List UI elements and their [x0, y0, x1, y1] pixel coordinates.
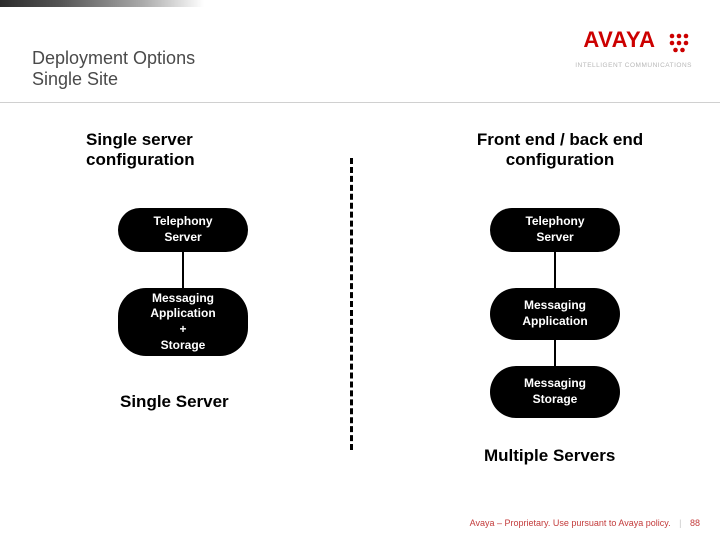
right-connector-2	[554, 340, 556, 366]
left-heading-l1: Single server	[86, 130, 193, 149]
footer-text: Avaya – Proprietary. Use pursuant to Ava…	[470, 518, 671, 528]
brand-tagline: INTELLIGENT COMMUNICATIONS	[575, 62, 692, 69]
left-heading: Single server configuration	[86, 130, 386, 171]
header-divider	[0, 102, 720, 103]
left-telephony-server-box: Telephony Server	[118, 208, 248, 252]
left-column: Single server configuration	[86, 130, 386, 171]
right-heading-l1: Front end / back end	[477, 130, 643, 149]
top-gradient-bar	[0, 0, 204, 7]
brand-logo: AVAYA INTELLIGENT COMMUNICATIONS	[575, 32, 692, 69]
left-box1-l1: Telephony	[153, 214, 212, 230]
footer-page-number: 88	[690, 518, 700, 528]
right-telephony-server-box: Telephony Server	[490, 208, 620, 252]
slide-title: Deployment Options Single Site	[32, 48, 195, 89]
right-caption: Multiple Servers	[484, 446, 615, 466]
brand-wordmark: AVAYA	[575, 32, 692, 54]
right-box1-l2: Server	[536, 230, 573, 246]
vertical-dashed-divider	[350, 158, 353, 450]
right-box3-l2: Storage	[533, 392, 578, 408]
left-connector	[182, 252, 184, 288]
right-connector-1	[554, 252, 556, 288]
left-box2-l1: Messaging	[152, 291, 214, 307]
right-messaging-app-box: Messaging Application	[490, 288, 620, 340]
title-line-1: Deployment Options	[32, 48, 195, 69]
right-messaging-storage-box: Messaging Storage	[490, 366, 620, 418]
brand-name: AVAYA	[583, 27, 655, 52]
left-messaging-storage-box: Messaging Application + Storage	[118, 288, 248, 356]
left-box2-l3: +	[179, 322, 186, 338]
title-line-2: Single Site	[32, 69, 195, 90]
slide: AVAYA INTELLIGENT COMMUNICATIONS Deploym…	[0, 0, 720, 540]
right-box2-l2: Application	[522, 314, 587, 330]
diagram-area: Single server configuration Telephony Se…	[0, 130, 720, 490]
right-column: Front end / back end configuration	[410, 130, 710, 171]
footer-separator: |	[679, 518, 681, 528]
left-heading-l2: configuration	[86, 150, 195, 169]
right-box2-l1: Messaging	[524, 298, 586, 314]
left-caption: Single Server	[120, 392, 229, 412]
brand-dots-icon	[666, 32, 692, 54]
footer: Avaya – Proprietary. Use pursuant to Ava…	[470, 518, 700, 528]
right-heading: Front end / back end configuration	[410, 130, 710, 171]
right-box3-l1: Messaging	[524, 376, 586, 392]
right-box1-l1: Telephony	[525, 214, 584, 230]
left-box2-l4: Storage	[161, 338, 206, 354]
right-heading-l2: configuration	[506, 150, 615, 169]
left-box2-l2: Application	[150, 306, 215, 322]
left-box1-l2: Server	[164, 230, 201, 246]
